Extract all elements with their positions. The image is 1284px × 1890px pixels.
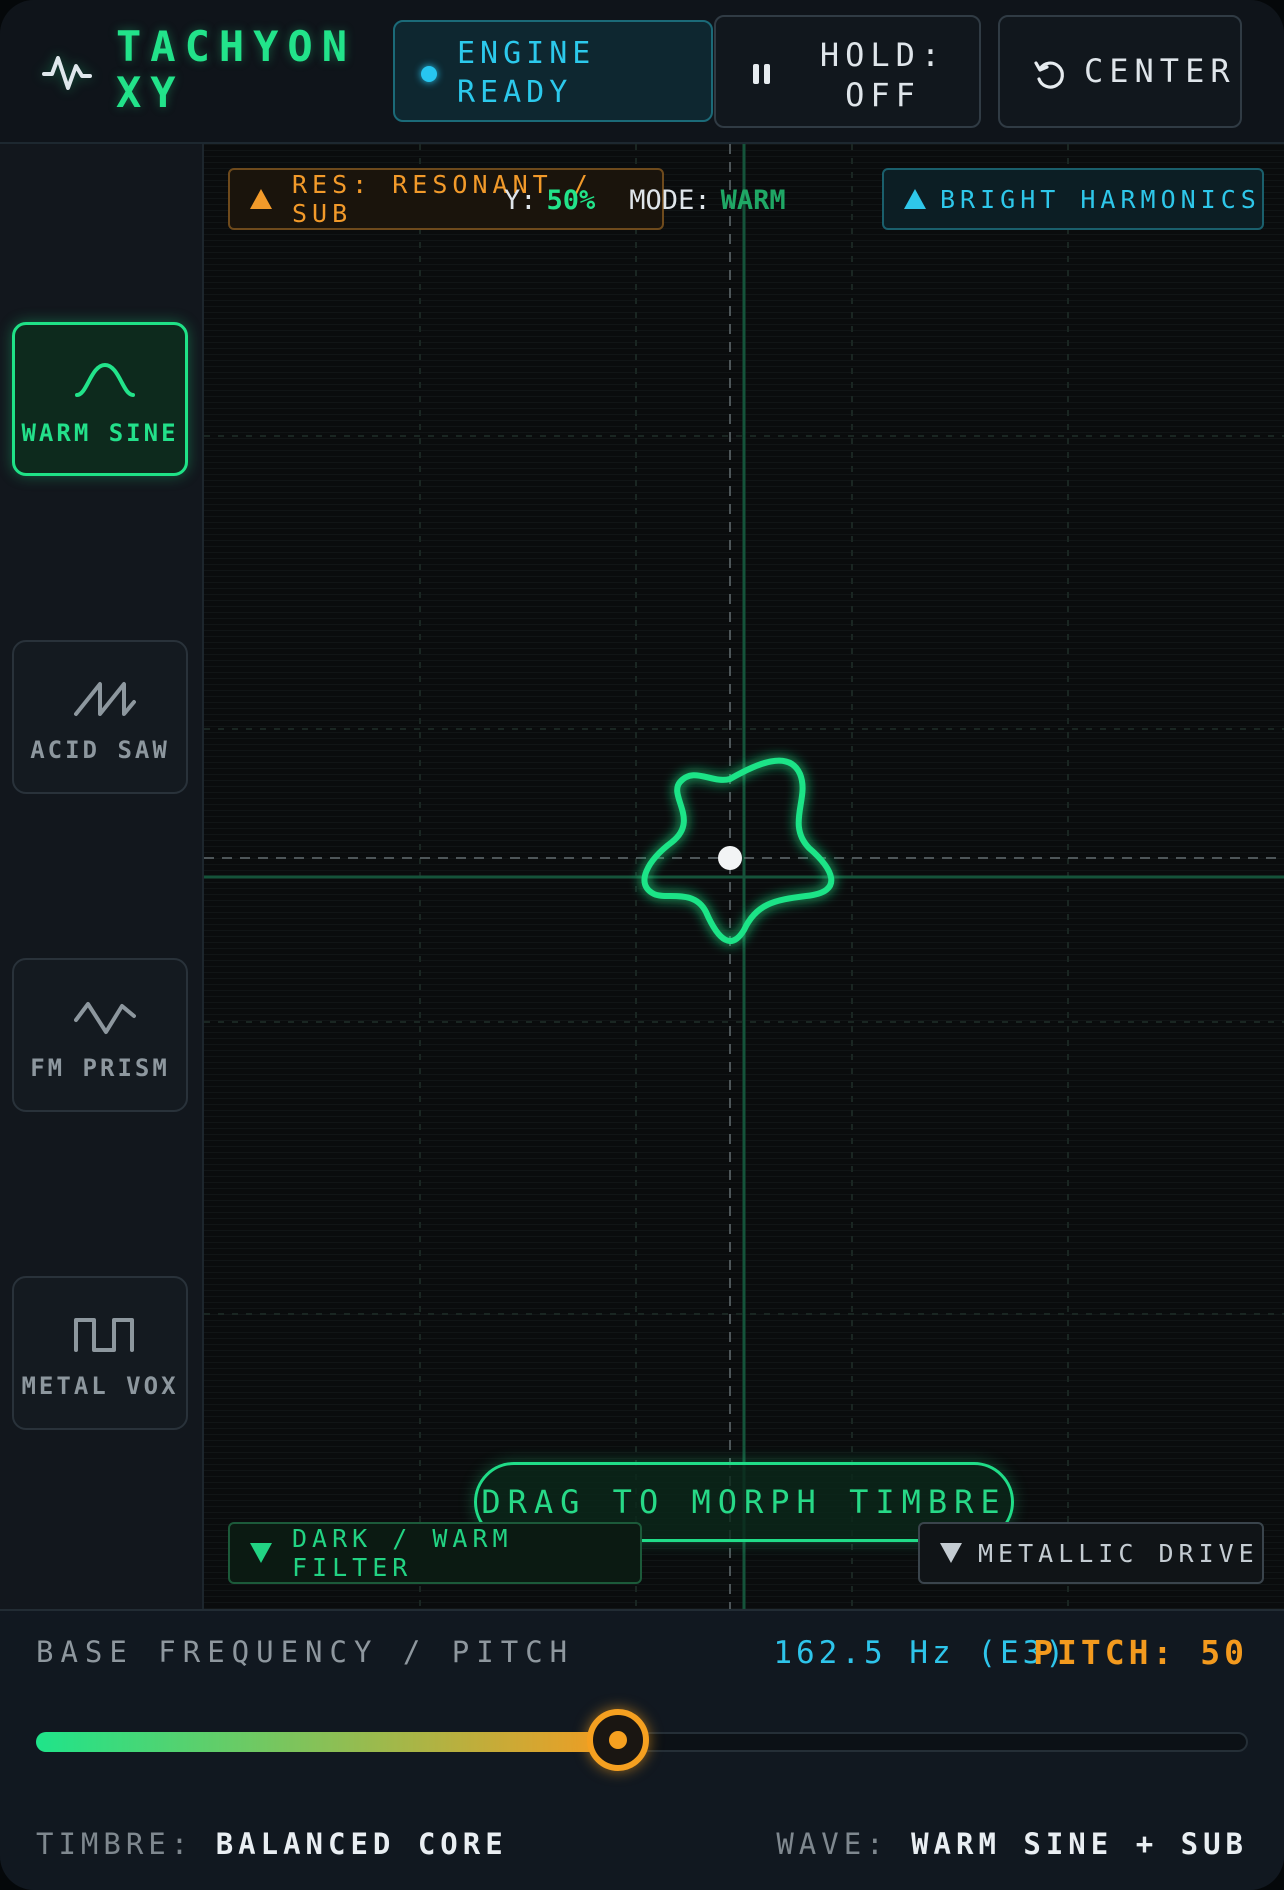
wave-label: WAVE: (776, 1827, 889, 1861)
triangle-down-icon (940, 1543, 962, 1563)
pause-icon (753, 64, 770, 84)
engine-status-label: ENGINE READY (457, 36, 596, 110)
wave-button-label: WARM SINE (21, 419, 179, 447)
hold-toggle-button[interactable]: HOLD: OFF (714, 15, 981, 128)
triangle-up-icon (904, 189, 926, 209)
readout-y-value: 50% (546, 184, 596, 216)
wave-value: WARM SINE + SUB (911, 1827, 1248, 1861)
frequency-readout: 162.5 Hz (E3) (773, 1635, 1068, 1671)
corner-tag-bottom-right: METALLIC DRIVE (918, 1522, 1264, 1584)
app-title-text: TACHYON XY (116, 22, 357, 117)
pitch-slider-fill (36, 1732, 618, 1752)
reset-rotate-icon (1034, 61, 1064, 89)
xy-readout: Y: 50% MODE: WARM (504, 172, 786, 228)
wave-button-label: FM PRISM (30, 1054, 170, 1082)
wave-button-label: METAL VOX (21, 1372, 179, 1400)
pitch-slider-thumb[interactable] (586, 1709, 649, 1771)
readout-y-label: Y: (504, 184, 537, 216)
readout-mode-value: WARM (720, 184, 786, 216)
timbre-label: TIMBRE: (36, 1827, 194, 1861)
center-button[interactable]: CENTER (998, 15, 1242, 128)
engine-status-badge: ENGINE READY (393, 20, 713, 122)
wave-button-fm-prism[interactable]: FM PRISM (12, 958, 188, 1112)
corner-tag-bottom-left: DARK / WARM FILTER (228, 1522, 642, 1584)
pitch-panel: BASE FREQUENCY / PITCH 162.5 Hz (E3) PIT… (0, 1609, 1284, 1890)
center-label: CENTER (1084, 52, 1236, 90)
timbre-value: BALANCED CORE (215, 1827, 508, 1861)
waveform-icon (42, 56, 92, 90)
sawtooth-wave-icon (74, 682, 136, 716)
app-title: TACHYON XY (116, 22, 357, 117)
wave-button-label: ACID SAW (30, 736, 170, 764)
xy-morph-pad[interactable]: RES: RESONANT / SUB Y: 50% MODE: WARM BR… (204, 144, 1284, 1609)
corner-label: BRIGHT HARMONICS (940, 184, 1261, 214)
header-bar: TACHYON XY ENGINE READY HOLD: OFF CENTER (0, 0, 1284, 144)
pitch-readout: PITCH: 50 (1033, 1633, 1248, 1672)
triangle-down-icon (250, 1543, 272, 1563)
triangle-up-icon (250, 189, 272, 209)
pad-grid (204, 144, 1284, 1609)
status-dot-icon (421, 66, 437, 82)
wave-button-acid-saw[interactable]: ACID SAW (12, 640, 188, 794)
readout-mode-label: MODE: (629, 184, 711, 216)
pitch-panel-title: BASE FREQUENCY / PITCH (36, 1635, 575, 1669)
wave-button-metal-vox[interactable]: METAL VOX (12, 1276, 188, 1430)
app-window: TACHYON XY ENGINE READY HOLD: OFF CENTER (0, 0, 1284, 1890)
corner-label: METALLIC DRIVE (978, 1538, 1259, 1568)
wave-status: WAVE: WARM SINE + SUB (776, 1827, 1248, 1861)
triangle-wave-icon (74, 1002, 136, 1034)
sine-wave-icon (75, 362, 135, 397)
corner-label: DARK / WARM FILTER (292, 1524, 513, 1582)
wave-button-warm-sine[interactable]: WARM SINE (12, 322, 188, 476)
hold-label: HOLD: OFF (819, 36, 947, 114)
corner-tag-top-right: BRIGHT HARMONICS (882, 168, 1264, 230)
waveform-sidebar: WARM SINE ACID SAW FM PRISM METAL VOX (0, 144, 204, 1609)
square-wave-icon (74, 1318, 134, 1352)
timbre-status: TIMBRE: BALANCED CORE (36, 1827, 508, 1861)
